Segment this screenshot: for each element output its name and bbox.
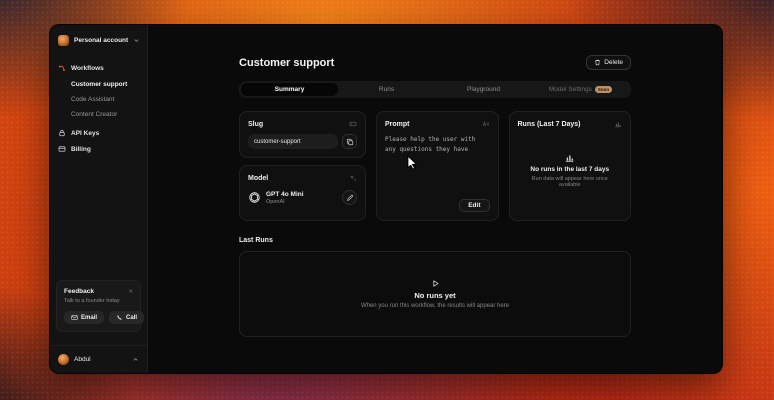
last-runs-empty-subtitle: When you run this workflow, the results … [360, 303, 510, 310]
slug-card-title: Slug [248, 120, 264, 128]
tag-icon [349, 120, 357, 128]
soon-badge: Soon [594, 86, 613, 94]
model-provider: OpenAI [266, 198, 285, 205]
workflow-icon [58, 64, 66, 72]
runs-empty-title: No runs in the last 7 days [530, 166, 610, 174]
feedback-subtitle: Talk to a founder today [64, 298, 120, 304]
tab-model-settings[interactable]: Model Settings Soon [532, 83, 629, 96]
tab-playground[interactable]: Playground [435, 83, 532, 96]
sidebar-item-workflows[interactable]: Workflows [50, 60, 147, 76]
account-avatar [58, 35, 69, 46]
play-icon [431, 279, 440, 288]
user-menu[interactable]: Abdul [50, 346, 147, 373]
prompt-card: Prompt Please help the user with any que… [376, 111, 499, 222]
slug-input[interactable] [248, 134, 338, 150]
sidebar-item-customer-support[interactable]: Customer support [50, 77, 147, 92]
tab-label: Model Settings [548, 86, 592, 94]
trash-icon [594, 59, 601, 66]
runs-empty-subtitle: Run data will appear here once available [531, 176, 608, 189]
sidebar-item-api-keys[interactable]: API Keys [50, 125, 147, 141]
openai-logo-icon [248, 191, 261, 204]
user-avatar [58, 354, 69, 365]
chevron-down-icon [133, 37, 140, 44]
workflow-list: Customer support Code Assistant Content … [50, 77, 147, 122]
bar-chart-icon [614, 120, 622, 128]
sidebar-item-label: Billing [71, 145, 91, 153]
sidebar-item-label: Workflows [71, 64, 104, 72]
sidebar-item-code-assistant[interactable]: Code Assistant [50, 92, 147, 107]
sidebar: Personal account Workflows Customer supp… [50, 25, 148, 373]
envelope-icon [71, 314, 78, 321]
sparkles-icon [349, 174, 357, 182]
last-runs-title: Last Runs [239, 237, 273, 245]
edit-prompt-button[interactable]: Edit [459, 199, 490, 213]
account-switcher[interactable]: Personal account [50, 25, 147, 50]
delete-button[interactable]: Delete [586, 55, 631, 70]
copy-icon [346, 138, 354, 146]
sidebar-nav: Workflows Customer support Code Assistan… [50, 60, 147, 157]
model-card: Model GPT 4o Mini OpenAI [239, 165, 366, 222]
user-name: Abdul [74, 356, 91, 363]
tab-bar: Summary Runs Playground Model Settings S… [239, 81, 631, 99]
model-name: GPT 4o Mini [266, 190, 304, 198]
slug-card: Slug [239, 111, 366, 159]
pencil-icon [346, 194, 354, 202]
last-runs-card: No runs yet When you run this workflow, … [239, 251, 631, 338]
call-button[interactable]: Call [109, 311, 145, 324]
credit-card-icon [58, 145, 66, 153]
lock-icon [58, 129, 66, 137]
copy-button[interactable] [342, 134, 357, 150]
last-runs-empty-title: No runs yet [414, 291, 456, 301]
bar-chart-empty-icon [564, 152, 575, 163]
feedback-card: Feedback ✕ Talk to a founder today Email… [56, 280, 145, 332]
delete-button-label: Delete [604, 59, 623, 66]
model-card-title: Model [248, 174, 269, 182]
runs-card: Runs (Last 7 Days) No runs in the last 7… [508, 111, 631, 222]
feedback-title: Feedback [64, 288, 94, 295]
tab-runs[interactable]: Runs [338, 83, 435, 96]
main-area: Customer support Delete Summary Runs Pla… [148, 25, 722, 373]
sidebar-item-label: API Keys [71, 129, 100, 137]
phone-icon [116, 314, 123, 321]
edit-model-button[interactable] [342, 190, 357, 206]
close-icon[interactable]: ✕ [128, 289, 133, 295]
sidebar-item-billing[interactable]: Billing [50, 141, 147, 157]
sidebar-item-content-creator[interactable]: Content Creator [50, 107, 147, 122]
runs-card-title: Runs (Last 7 Days) [517, 120, 581, 128]
page-title: Customer support [239, 56, 335, 69]
call-button-label: Call [126, 314, 138, 321]
text-icon [482, 120, 490, 128]
email-button-label: Email [81, 314, 98, 321]
prompt-card-title: Prompt [385, 120, 410, 128]
chevron-up-icon [132, 356, 139, 363]
account-label: Personal account [74, 37, 129, 44]
email-button[interactable]: Email [64, 311, 105, 324]
tab-summary[interactable]: Summary [241, 83, 338, 97]
app-window: Personal account Workflows Customer supp… [49, 24, 723, 374]
prompt-text: Please help the user with any questions … [385, 136, 476, 153]
